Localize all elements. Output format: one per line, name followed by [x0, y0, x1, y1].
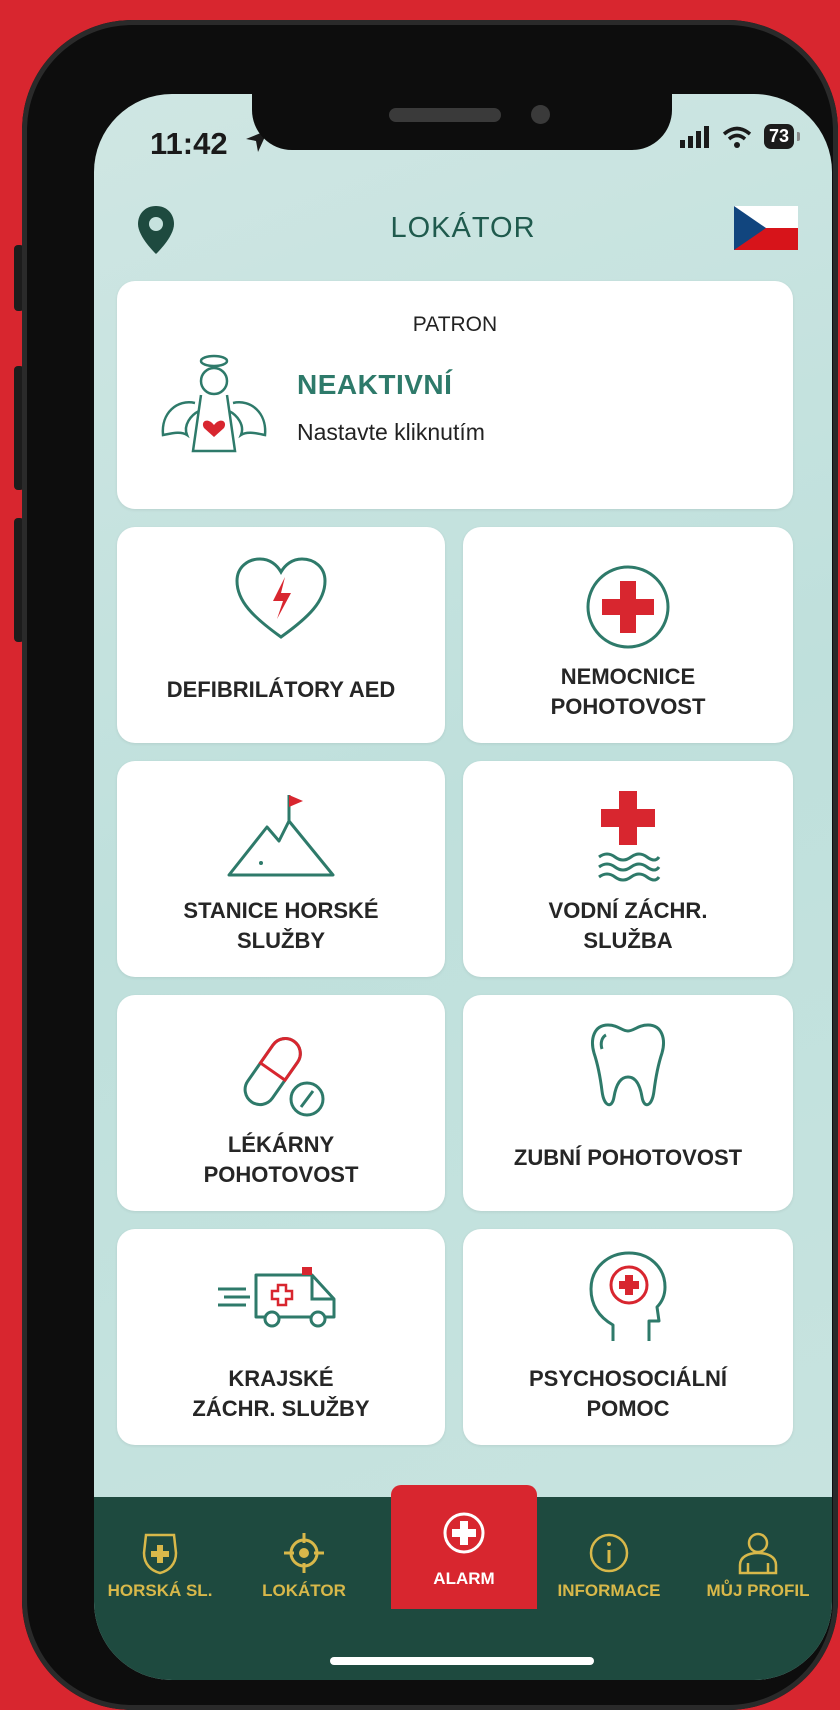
speaker [389, 108, 501, 122]
user-icon [738, 1532, 778, 1575]
tab-horska-sl[interactable]: HORSKÁ SL. [94, 1497, 230, 1627]
status-time: 11:42 [150, 126, 228, 161]
tile-hospitals[interactable]: NEMOCNICE POHOTOVOST [463, 527, 793, 743]
tile-label: LÉKÁRNY POHOTOVOST [203, 1132, 359, 1187]
angel-icon [161, 354, 267, 453]
tile-water-rescue[interactable]: VODNÍ ZÁCHR. SLUŽBA [463, 761, 793, 977]
czech-flag-icon[interactable] [734, 206, 798, 250]
tile-label: ZUBNÍ POHOTOVOST [513, 1145, 743, 1170]
notch [252, 94, 672, 150]
heart-lightning-icon [235, 557, 327, 639]
tile-defibrillators[interactable]: DEFIBRILÁTORY AED [117, 527, 445, 743]
tile-label: KRAJSKÉ ZÁCHR. SLUŽBY [192, 1366, 370, 1421]
ambulance-icon [218, 1267, 336, 1328]
patron-hint: Nastavte kliknutím [297, 419, 485, 445]
header: LOKÁTOR [94, 198, 832, 258]
tab-label: LOKÁTOR [262, 1581, 346, 1600]
tooth-icon [591, 1023, 665, 1107]
app-screen: 11:42 73 LOKÁTOR PATRON NEAKTIVNÍ Nastav… [94, 94, 832, 1680]
head-medical-icon [589, 1251, 667, 1341]
tile-mountain-stations[interactable]: STANICE HORSKÉ SLUŽBY [117, 761, 445, 977]
tile-label: STANICE HORSKÉ SLUŽBY [183, 898, 379, 953]
page-title: LOKÁTOR [390, 212, 536, 244]
crosshair-icon [284, 1533, 324, 1573]
status-indicators: 73 [679, 124, 801, 149]
tab-label: ALARM [433, 1569, 495, 1588]
tab-informace[interactable]: INFORMACE [539, 1497, 679, 1627]
tile-psychosocial[interactable]: PSYCHOSOCIÁLNÍ POMOC [463, 1229, 793, 1445]
info-icon [589, 1533, 629, 1573]
tab-label: HORSKÁ SL. [107, 1581, 213, 1600]
mountain-flag-icon [227, 795, 335, 877]
tile-pharmacies[interactable]: LÉKÁRNY POHOTOVOST [117, 995, 445, 1211]
tab-label: MŮJ PROFIL [706, 1581, 810, 1600]
medical-cross-icon [443, 1512, 485, 1554]
tile-label: VODNÍ ZÁCHR. SLUŽBA [548, 898, 708, 953]
mountain-rescue-badge-icon [142, 1533, 178, 1575]
tab-alarm[interactable]: ALARM [391, 1485, 537, 1609]
patron-card[interactable]: PATRON NEAKTIVNÍ Nastavte kliknutím [117, 281, 793, 509]
tile-dental[interactable]: ZUBNÍ POHOTOVOST [463, 995, 793, 1211]
tile-regional-rescue[interactable]: KRAJSKÉ ZÁCHR. SLUŽBY [117, 1229, 445, 1445]
tile-label: DEFIBRILÁTORY AED [166, 677, 396, 702]
wifi-icon [722, 126, 752, 148]
water-rescue-icon [598, 791, 661, 882]
medical-cross-circle-icon [586, 565, 670, 649]
battery-indicator: 73 [763, 124, 801, 149]
pills-icon [243, 1037, 325, 1117]
tab-muj-profil[interactable]: MŮJ PROFIL [688, 1497, 828, 1627]
signal-icon [679, 125, 709, 148]
tile-label: PSYCHOSOCIÁLNÍ POMOC [528, 1366, 728, 1421]
tab-lokator[interactable]: LOKÁTOR [234, 1497, 374, 1627]
patron-title: PATRON [412, 313, 498, 336]
home-indicator[interactable] [330, 1657, 594, 1665]
phone-frame: 11:42 73 LOKÁTOR PATRON NEAKTIVNÍ Nastav… [22, 20, 838, 1710]
bottom-tab-bar: HORSKÁ SL. LOKÁTOR ALARM INFORMACE MŮJ P… [94, 1485, 832, 1680]
tile-label: NEMOCNICE POHOTOVOST [550, 664, 706, 719]
tab-label: INFORMACE [557, 1581, 661, 1600]
patron-status: NEAKTIVNÍ [297, 369, 453, 400]
front-camera [531, 105, 550, 124]
